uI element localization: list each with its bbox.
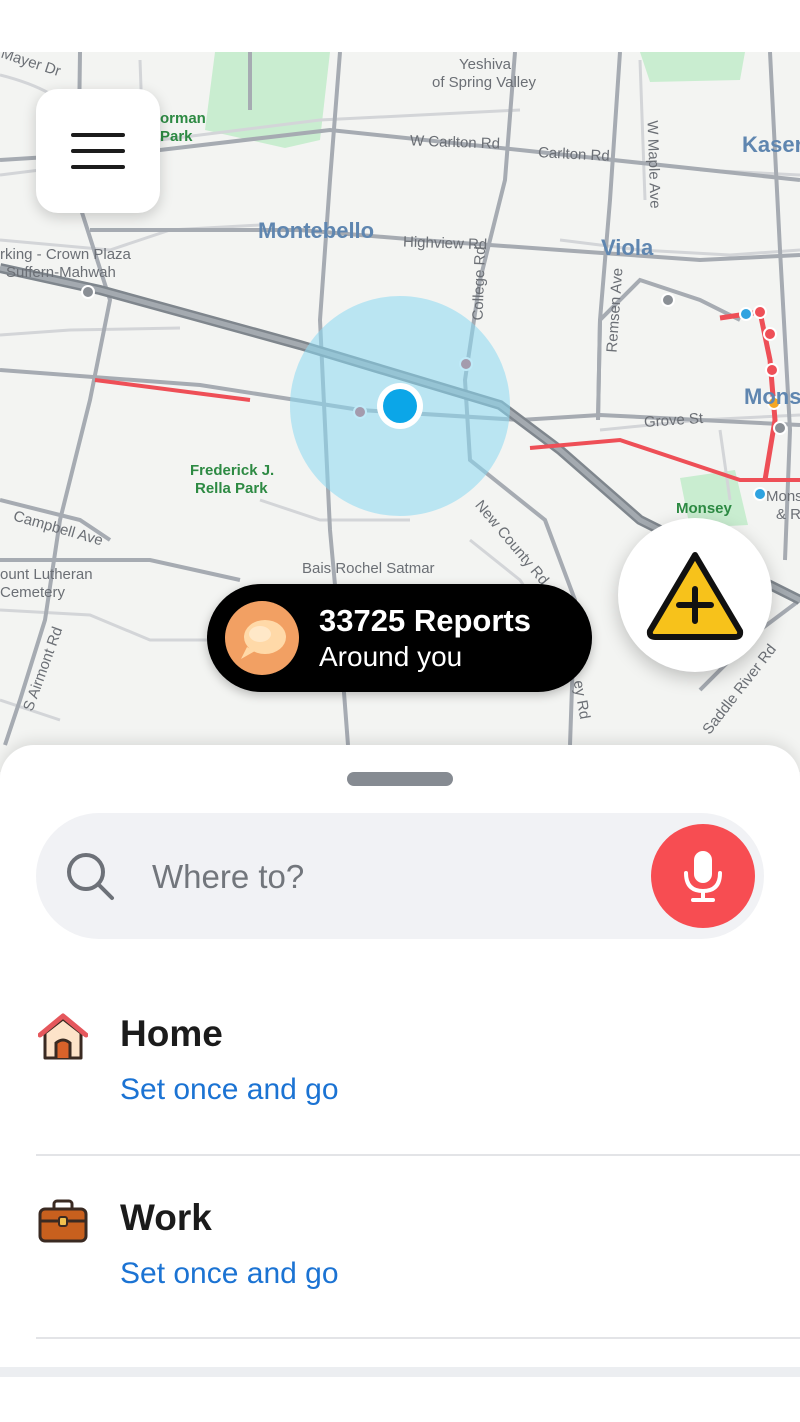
map-label: W Maple Ave <box>643 120 664 209</box>
map-label: W Carlton Rd <box>409 132 501 153</box>
map-label: rking - Crown Plaza <box>0 246 131 263</box>
map-label: Frederick J. <box>190 462 275 479</box>
sheet-drag-handle[interactable] <box>347 772 453 786</box>
place-title: Work <box>120 1197 212 1238</box>
status-bar <box>0 0 800 52</box>
map-label: ount Lutheran <box>0 566 93 583</box>
map-label: Cemetery <box>0 584 66 601</box>
map-label: Kaser <box>742 132 800 157</box>
search-icon <box>67 853 114 900</box>
home-icon <box>38 1013 88 1060</box>
report-hazard-plus-icon <box>646 552 744 640</box>
report-hazard-button[interactable] <box>618 518 772 672</box>
bottom-sheet: Where to? Home Set once and go Work Set … <box>0 745 800 1422</box>
map-label: College Rd <box>469 246 490 321</box>
map-label: Yeshiva <box>459 56 511 73</box>
map-label: Suffern-Mahwah <box>6 264 116 281</box>
map-label: of Spring Valley <box>432 74 536 91</box>
briefcase-icon <box>38 1199 88 1243</box>
place-subtitle: Set once and go <box>120 1257 339 1290</box>
place-title: Home <box>120 1013 223 1054</box>
map-label: Mons <box>744 384 800 409</box>
reports-count: 33725 Reports <box>319 603 531 638</box>
place-subtitle: Set once and go <box>120 1073 339 1106</box>
map-label: Rella Park <box>195 480 268 497</box>
search-input[interactable]: Where to? <box>152 858 304 896</box>
divider <box>36 1154 800 1156</box>
reports-chat-icon <box>225 601 299 675</box>
place-item-work[interactable]: Work Set once and go <box>0 1169 800 1319</box>
map-label: orman <box>160 110 206 127</box>
reports-around-you-button[interactable]: 33725 Reports Around you <box>207 584 592 692</box>
search-bar[interactable]: Where to? <box>36 813 764 939</box>
microphone-icon <box>684 851 722 902</box>
map-label: & R <box>776 506 800 523</box>
divider <box>36 1337 800 1339</box>
bottom-band <box>0 1367 800 1377</box>
menu-button[interactable] <box>36 89 160 213</box>
map-label: Monsey <box>676 500 732 517</box>
hamburger-menu-icon <box>71 133 125 169</box>
map-label: Montebello <box>258 218 375 243</box>
place-item-home[interactable]: Home Set once and go <box>0 985 800 1135</box>
map-label: Park <box>160 128 193 145</box>
map-label: Bais Rochel Satmar <box>302 560 435 577</box>
reports-subtitle: Around you <box>319 641 463 672</box>
map-label: Viola <box>601 235 654 260</box>
voice-search-button[interactable] <box>651 824 755 928</box>
map-label: Monse <box>766 488 800 505</box>
